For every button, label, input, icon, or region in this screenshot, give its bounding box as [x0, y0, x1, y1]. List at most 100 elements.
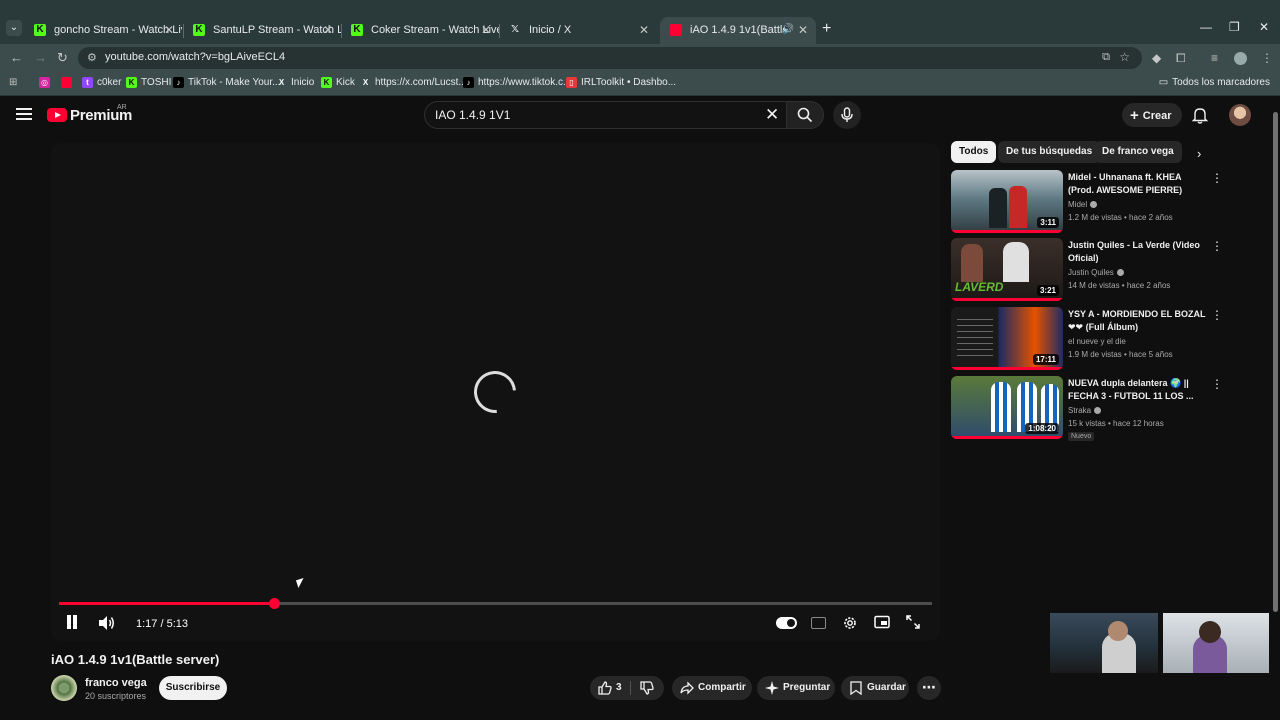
loading-spinner-icon [465, 362, 525, 422]
bookmark-irltoolkit[interactable]: ▯ IRLToolkit • Dashbo... [566, 77, 676, 88]
page-scrollbar[interactable] [1273, 112, 1278, 612]
tab-youtube-active[interactable]: iAO 1.4.9 1v1(Battle server) 🔊 ✕ [660, 17, 816, 44]
bookmark-x-inicio[interactable]: X Inicio [276, 77, 315, 88]
more-menu-icon[interactable]: ⋮ [1261, 51, 1273, 65]
channel-avatar[interactable] [51, 675, 77, 701]
chip-de-tus-busquedas[interactable]: De tus búsquedas [998, 141, 1101, 163]
more-vert-icon[interactable]: ⋮ [1211, 309, 1223, 321]
more-actions-button[interactable]: ⋯ [917, 676, 941, 700]
bookmark-kick[interactable]: K Kick [321, 77, 355, 88]
like-button[interactable]: 3 [590, 676, 630, 700]
search-input[interactable] [435, 107, 755, 123]
ask-button[interactable]: Preguntar [757, 676, 835, 700]
recommendation-item[interactable]: 1:08:20 NUEVA dupla delantera 🌍 || FECHA… [951, 376, 1271, 441]
speaker-icon[interactable]: 🔊 [782, 17, 794, 43]
profile-avatar[interactable] [1234, 52, 1247, 65]
theater-mode-button[interactable] [874, 615, 890, 632]
bookmark-toshi[interactable]: K TOSHI [126, 77, 171, 88]
tab-close-icon[interactable]: ✕ [481, 17, 491, 43]
instagram-icon: ◎ [39, 77, 50, 88]
webcam-overlay-left [1050, 613, 1158, 673]
video-thumbnail[interactable]: 1:08:20 [951, 376, 1063, 439]
new-tab-button[interactable]: + [822, 20, 831, 38]
bookmark-c0ker[interactable]: t c0ker [82, 77, 121, 88]
back-icon[interactable]: ← [10, 50, 23, 65]
chevron-right-icon[interactable]: › [1197, 146, 1201, 161]
rec-meta: 15 k vistas • hace 12 horas [1068, 419, 1164, 428]
close-window-icon[interactable]: ✕ [1259, 20, 1269, 34]
forward-icon[interactable]: → [34, 50, 47, 65]
site-info-icon[interactable]: ⚙ [87, 51, 97, 64]
tab-coker[interactable]: K Coker Stream - Watch Live on I ✕ [341, 17, 499, 44]
bell-icon [1191, 108, 1209, 124]
tab-search-button[interactable]: ⌄ [6, 20, 22, 36]
bookmark-x-lucst[interactable]: Xhttps://x.com/Lucst... [360, 77, 467, 88]
kick-icon: K [193, 24, 205, 36]
extension-icon[interactable]: ◆ [1152, 51, 1161, 65]
clear-search-icon[interactable]: ✕ [765, 105, 779, 125]
video-player[interactable]: 1:17 / 5:13 [51, 143, 940, 641]
share-icon [680, 681, 694, 695]
share-button[interactable]: Compartir [672, 676, 752, 700]
video-title: iAO 1.4.9 1v1(Battle server) [51, 652, 220, 667]
more-vert-icon[interactable]: ⋮ [1211, 172, 1223, 184]
tab-close-icon[interactable]: ✕ [639, 17, 649, 43]
reload-icon[interactable]: ↻ [57, 50, 68, 66]
bookmark-tiktok-url[interactable]: ♪ https://www.tiktok.c... [463, 77, 571, 88]
bookmark-tiktok[interactable]: ♪ TikTok - Make Your... [173, 77, 280, 88]
new-badge: Nuevo [1068, 432, 1095, 441]
guide-menu-icon[interactable] [16, 108, 32, 122]
time-display: 1:17 / 5:13 [136, 618, 188, 630]
youtube-logo-icon[interactable] [47, 108, 67, 122]
url-text: youtube.com/watch?v=bgLAiveECL4 [105, 51, 286, 63]
video-thumbnail[interactable]: LAVERD 3:21 [951, 238, 1063, 301]
autoplay-toggle[interactable] [776, 617, 797, 629]
search-button[interactable] [786, 101, 824, 129]
save-button[interactable]: Guardar [841, 676, 909, 700]
apps-grid-icon[interactable]: ⊞ [9, 77, 17, 88]
tab-close-icon[interactable]: ✕ [164, 17, 174, 43]
pause-icon[interactable] [66, 615, 78, 629]
subscribe-button[interactable]: Suscribirse [159, 676, 227, 700]
voice-search-button[interactable] [833, 101, 861, 129]
dislike-button[interactable] [634, 676, 664, 700]
create-button[interactable]: + Crear [1122, 103, 1182, 127]
youtube-icon [61, 77, 72, 88]
fullscreen-button[interactable] [906, 615, 920, 632]
bookmark-star-icon[interactable]: ☆ [1119, 50, 1130, 64]
subtitles-icon[interactable] [811, 617, 826, 629]
install-icon[interactable]: ⧉ [1102, 51, 1110, 64]
media-queue-icon[interactable]: ≡ [1211, 51, 1218, 65]
settings-button[interactable] [842, 615, 858, 634]
recommendation-item[interactable]: LAVERD 3:21 Justin Quiles - La Verde (Vi… [951, 238, 1271, 302]
address-bar[interactable]: ⚙ youtube.com/watch?v=bgLAiveECL4 ⧉ ☆ [78, 47, 1142, 69]
tiktok-icon: ♪ [173, 77, 184, 88]
tab-santulp[interactable]: K SantuLP Stream - Watch Live on ✕ [183, 17, 341, 44]
video-thumbnail[interactable]: 3:11 [951, 170, 1063, 233]
account-avatar[interactable] [1229, 104, 1251, 126]
tab-x-inicio[interactable]: 𝕏 Inicio / X ✕ [499, 17, 657, 44]
tab-goncho[interactable]: K goncho Stream - Watch Live on ✕ [24, 17, 182, 44]
chip-de-franco-vega[interactable]: De franco vega [1094, 141, 1182, 163]
video-thumbnail[interactable]: 17:11 [951, 307, 1063, 370]
extensions-puzzle-icon[interactable]: ⧠ [1176, 51, 1186, 66]
maximize-icon[interactable]: ❐ [1229, 20, 1240, 34]
volume-button[interactable] [98, 615, 116, 634]
scrubber-handle[interactable] [268, 598, 280, 609]
recommendation-item[interactable]: 17:11 YSY A - MORDIENDO EL BOZAL ❤❤ (Ful… [951, 307, 1271, 371]
tab-close-icon[interactable]: ✕ [323, 17, 333, 43]
more-vert-icon[interactable]: ⋮ [1211, 240, 1223, 252]
channel-name[interactable]: franco vega [85, 677, 147, 689]
all-bookmarks[interactable]: ▭ Todos los marcadores [1159, 77, 1270, 88]
recommendation-item[interactable]: 3:11 Midel - Uhnanana ft. KHEA (Prod. AW… [951, 170, 1271, 234]
notifications-button[interactable] [1191, 106, 1209, 127]
search-icon [797, 107, 813, 123]
subscriber-count: 20 suscriptores [85, 691, 147, 701]
minimize-icon[interactable]: — [1200, 20, 1212, 34]
rec-channel: Straka [1068, 406, 1102, 415]
duration-badge: 17:11 [1032, 354, 1059, 365]
progress-bar[interactable] [59, 598, 932, 609]
tab-close-icon[interactable]: ✕ [798, 17, 808, 43]
more-vert-icon[interactable]: ⋮ [1211, 378, 1223, 390]
chip-todos[interactable]: Todos [951, 141, 997, 163]
